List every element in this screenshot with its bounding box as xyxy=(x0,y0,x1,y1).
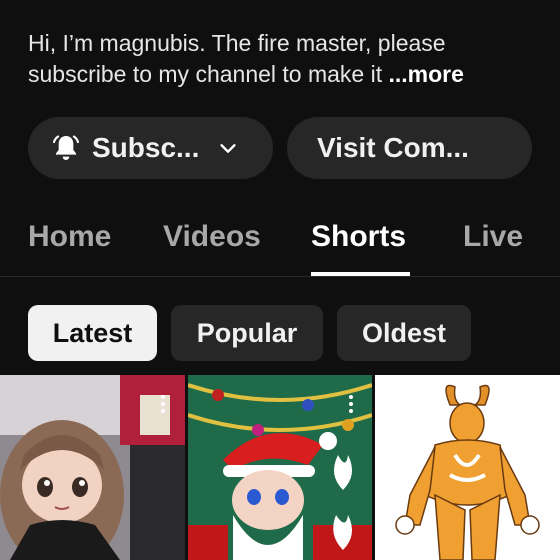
tab-live[interactable]: Live xyxy=(463,220,523,254)
chip-popular[interactable]: Popular xyxy=(171,305,323,361)
more-vert-icon[interactable] xyxy=(348,395,354,416)
anime-girl-thumbnail xyxy=(0,375,185,560)
more-link[interactable]: ...more xyxy=(389,61,464,87)
chip-oldest[interactable]: Oldest xyxy=(337,305,471,361)
tab-shorts[interactable]: Shorts xyxy=(311,220,406,254)
visit-label: Visit Com... xyxy=(317,132,469,163)
tabs-divider xyxy=(0,276,560,277)
visit-community-button[interactable]: Visit Com... xyxy=(287,117,532,179)
chip-latest[interactable]: Latest xyxy=(28,305,157,361)
description-line-1: Hi, I’m magnubis. The fire master, pleas… xyxy=(28,30,446,56)
bell-icon xyxy=(52,135,80,160)
chevron-down-icon xyxy=(220,144,236,153)
description-text: subscribe to my channel to make it xyxy=(28,61,383,87)
subscribe-label: Subsc... xyxy=(92,132,200,163)
channel-action-row: Subsc... Visit Com... xyxy=(28,117,532,179)
tab-videos[interactable]: Videos xyxy=(163,220,261,254)
channel-description[interactable]: Hi, I’m magnubis. The fire master, pleas… xyxy=(28,28,538,90)
channel-tabs: Home Videos Shorts Live xyxy=(0,214,560,276)
short-thumbnail-3[interactable] xyxy=(375,375,560,560)
demon-figure-thumbnail xyxy=(375,375,560,560)
more-vert-icon[interactable] xyxy=(160,395,166,416)
description-line-2: subscribe to my channel to make it ...mo… xyxy=(28,59,538,90)
shorts-grid xyxy=(0,375,560,560)
short-thumbnail-1[interactable] xyxy=(0,375,185,560)
tab-home[interactable]: Home xyxy=(28,220,111,254)
subscribe-button[interactable]: Subsc... xyxy=(28,117,273,179)
short-thumbnail-2[interactable] xyxy=(188,375,372,560)
santa-thumbnail xyxy=(188,375,372,560)
